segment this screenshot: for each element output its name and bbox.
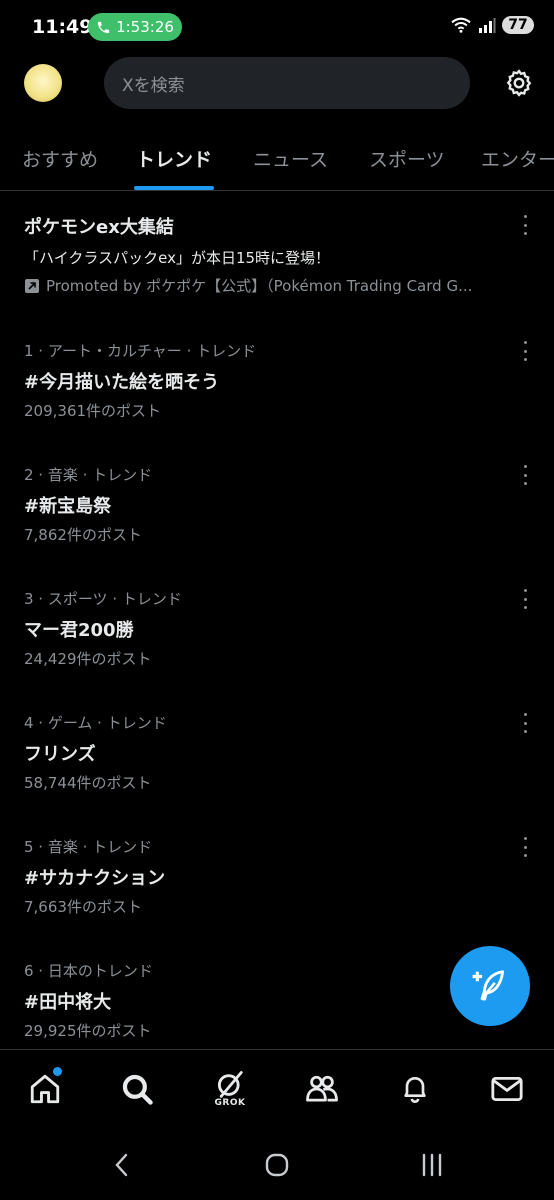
- call-indicator[interactable]: 1:53:26: [88, 13, 182, 41]
- phone-icon: [97, 21, 110, 33]
- trend-item[interactable]: 1 · アート・カルチャー · トレンド #今月描いた絵を晒そう 209,361…: [0, 338, 554, 438]
- nav-search[interactable]: [114, 1066, 160, 1112]
- tab-news[interactable]: ニュース: [253, 145, 328, 172]
- battery-level: 77: [502, 16, 534, 34]
- tab-sports[interactable]: スポーツ: [369, 145, 445, 172]
- promoted-description: 「ハイクラスパックex」が本日15時に登場！: [24, 249, 331, 267]
- more-icon[interactable]: [520, 465, 530, 485]
- trend-post-count: 29,925件のポスト: [24, 1022, 152, 1040]
- trend-meta: 3 · スポーツ · トレンド: [24, 590, 182, 608]
- bell-icon: [404, 1077, 426, 1104]
- trend-title: フリンズ: [24, 744, 96, 765]
- status-time: 11:49: [32, 16, 93, 38]
- divider: [0, 190, 554, 191]
- compose-button[interactable]: [450, 946, 530, 1026]
- nav-notifications[interactable]: [392, 1066, 438, 1112]
- more-icon[interactable]: [520, 215, 530, 235]
- signal-icon: [479, 18, 496, 33]
- search-input[interactable]: Xを検索: [104, 57, 470, 109]
- trend-title: マー君200勝: [24, 620, 134, 641]
- system-home-button[interactable]: [257, 1148, 297, 1182]
- wifi-icon: [451, 17, 471, 33]
- nav-communities[interactable]: [299, 1066, 345, 1112]
- home-icon: [30, 1074, 60, 1104]
- system-recents-button[interactable]: [412, 1148, 452, 1182]
- avatar[interactable]: [24, 64, 62, 102]
- trend-title: #新宝島祭: [24, 496, 112, 517]
- call-timer: 1:53:26: [116, 18, 174, 36]
- recents-icon: [422, 1153, 442, 1177]
- bottom-nav-divider: [0, 1049, 554, 1050]
- system-back-button[interactable]: [102, 1148, 142, 1182]
- more-icon[interactable]: [520, 589, 530, 609]
- promoted-by-text: Promoted by ポケポケ【公式】（Pokémon Trading Car…: [46, 277, 473, 295]
- trend-post-count: 58,744件のポスト: [24, 774, 152, 792]
- trend-post-count: 7,663件のポスト: [24, 898, 142, 916]
- trend-title: #今月描いた絵を晒そう: [24, 372, 220, 393]
- tab-entertainment[interactable]: エンター: [481, 145, 554, 172]
- home-notification-dot: [53, 1067, 62, 1076]
- trend-post-count: 7,862件のポスト: [24, 526, 142, 544]
- gear-icon: [506, 69, 532, 97]
- mail-icon: [491, 1076, 523, 1102]
- more-icon[interactable]: [520, 713, 530, 733]
- promoted-icon: [25, 278, 39, 293]
- trend-item[interactable]: 5 · 音楽 · トレンド #サカナクション 7,663件のポスト: [0, 834, 554, 934]
- trend-post-count: 24,429件のポスト: [24, 650, 152, 668]
- more-icon[interactable]: [520, 837, 530, 857]
- trend-post-count: 209,361件のポスト: [24, 402, 162, 420]
- settings-button[interactable]: [500, 64, 538, 102]
- trend-title: #サカナクション: [24, 868, 166, 889]
- trend-item[interactable]: 3 · スポーツ · トレンド マー君200勝 24,429件のポスト: [0, 586, 554, 686]
- promoted-title: ポケモンex大集結: [24, 217, 174, 238]
- grok-label: GROK: [214, 1098, 246, 1108]
- trend-item[interactable]: 2 · 音楽 · トレンド #新宝島祭 7,862件のポスト: [0, 462, 554, 562]
- trend-meta: 1 · アート・カルチャー · トレンド: [24, 342, 257, 360]
- nav-messages[interactable]: [484, 1066, 530, 1112]
- trend-meta: 4 · ゲーム · トレンド: [24, 714, 167, 732]
- grok-icon: [217, 1071, 243, 1098]
- search-icon: [122, 1074, 153, 1105]
- tab-bar: おすすめ トレンド ニュース スポーツ エンター: [0, 130, 554, 190]
- status-icons: 77: [450, 16, 534, 34]
- trend-meta: 2 · 音楽 · トレンド: [24, 466, 153, 484]
- home-circle-icon: [265, 1153, 289, 1177]
- trend-title: #田中将大: [24, 992, 112, 1013]
- nav-grok[interactable]: GROK: [207, 1066, 253, 1112]
- trend-meta: 6 · 日本のトレンド: [24, 962, 153, 980]
- compose-icon: [472, 970, 505, 1001]
- trend-meta: 5 · 音楽 · トレンド: [24, 838, 153, 856]
- communities-icon: [306, 1075, 338, 1102]
- more-icon[interactable]: [520, 341, 530, 361]
- promoted-trend[interactable]: ポケモンex大集結 「ハイクラスパックex」が本日15時に登場！ Promote…: [0, 205, 554, 305]
- back-icon: [115, 1153, 128, 1177]
- promoted-by: Promoted by ポケポケ【公式】（Pokémon Trading Car…: [24, 275, 530, 296]
- search-placeholder: Xを検索: [122, 75, 185, 96]
- tab-trends[interactable]: トレンド: [136, 145, 212, 172]
- tab-recommended[interactable]: おすすめ: [22, 145, 98, 172]
- trend-item[interactable]: 4 · ゲーム · トレンド フリンズ 58,744件のポスト: [0, 710, 554, 810]
